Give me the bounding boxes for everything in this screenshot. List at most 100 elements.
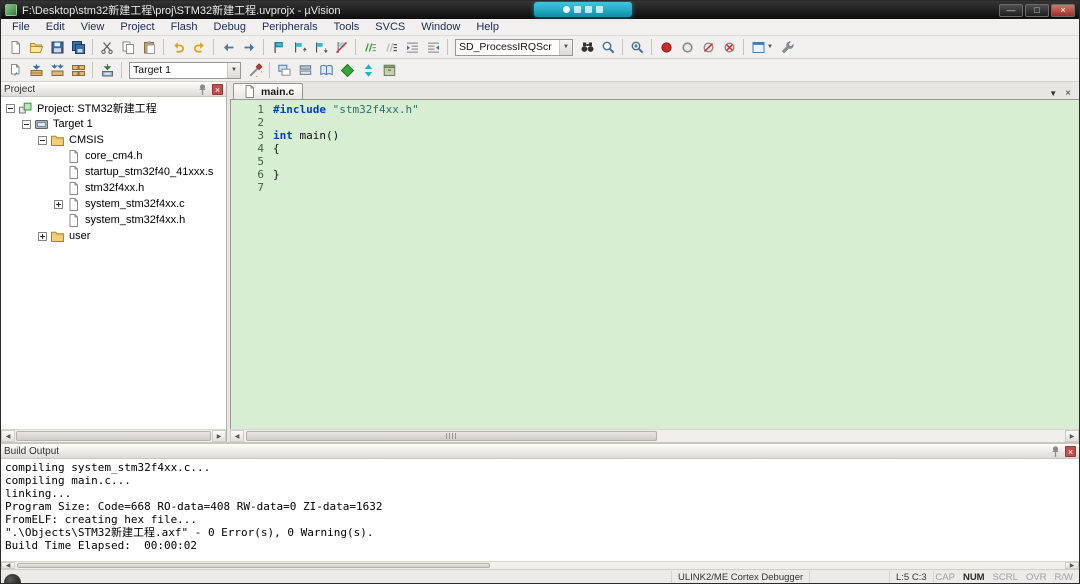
- menu-svcs[interactable]: SVCS: [367, 20, 413, 34]
- search-text-combo[interactable]: SD_ProcessIRQScr▼: [455, 39, 573, 56]
- line-number[interactable]: 1: [231, 103, 273, 116]
- code-line-3[interactable]: 3int main(): [231, 129, 1079, 142]
- dropdown-icon[interactable]: ▼: [767, 44, 773, 50]
- target-select-combo[interactable]: Target 1▼: [129, 62, 241, 79]
- scroll-left-icon[interactable]: ◀: [1, 562, 15, 569]
- build-output-log[interactable]: compiling system_stm32f4xx.c...compiling…: [1, 459, 1079, 561]
- tree-item-stm32f4xx-h[interactable]: stm32f4xx.h: [1, 180, 226, 196]
- line-number[interactable]: 7: [231, 181, 273, 194]
- dropdown-icon[interactable]: ▼: [559, 40, 572, 55]
- menu-flash[interactable]: Flash: [163, 20, 206, 34]
- menu-tools[interactable]: Tools: [326, 20, 368, 34]
- code-line-4[interactable]: 4{: [231, 142, 1079, 155]
- find-in-files-icon[interactable]: [577, 38, 597, 57]
- scrollbar-track[interactable]: [15, 562, 1065, 569]
- code-editor[interactable]: 1#include "stm32f4xx.h"23int main()4{56}…: [230, 100, 1079, 429]
- scroll-right-icon[interactable]: ▶: [1065, 562, 1079, 569]
- scrollbar-thumb[interactable]: [17, 563, 490, 568]
- scroll-right-icon[interactable]: ▶: [212, 430, 226, 442]
- code-line-2[interactable]: 2: [231, 116, 1079, 129]
- translate-icon[interactable]: [5, 61, 25, 80]
- download-icon[interactable]: [97, 61, 117, 80]
- menu-project[interactable]: Project: [112, 20, 162, 34]
- scrollbar-thumb[interactable]: [246, 431, 657, 441]
- menu-debug[interactable]: Debug: [206, 20, 254, 34]
- dropdown-icon[interactable]: ▼: [227, 63, 240, 78]
- nav-back-icon[interactable]: [218, 38, 238, 57]
- bottom-hscrollbar[interactable]: ◀ ▶: [1, 561, 1079, 569]
- pin-icon[interactable]: [195, 82, 210, 97]
- menu-view[interactable]: View: [73, 20, 113, 34]
- manage-multiproject-icon[interactable]: [295, 61, 315, 80]
- tree-expander-plus-icon[interactable]: [38, 232, 47, 241]
- scrollbar-track[interactable]: [15, 430, 212, 442]
- line-number[interactable]: 3: [231, 129, 273, 142]
- line-number[interactable]: 2: [231, 116, 273, 129]
- code-line-6[interactable]: 6}: [231, 168, 1079, 181]
- indent-icon[interactable]: [402, 38, 422, 57]
- batch-build-icon[interactable]: [68, 61, 88, 80]
- save-all-icon[interactable]: [68, 38, 88, 57]
- outdent-icon[interactable]: [423, 38, 443, 57]
- rebuild-icon[interactable]: [47, 61, 67, 80]
- tree-item-system-stm32f4xx-c[interactable]: system_stm32f4xx.c: [1, 196, 226, 212]
- zoom-icon[interactable]: [627, 38, 647, 57]
- breakpoint-disable-icon[interactable]: [677, 38, 697, 57]
- minimize-button[interactable]: —: [999, 4, 1023, 17]
- configure-icon[interactable]: [777, 38, 797, 57]
- code-line-5[interactable]: 5: [231, 155, 1079, 168]
- comment-icon[interactable]: [360, 38, 380, 57]
- scrollbar-thumb[interactable]: [16, 431, 211, 441]
- build-output-close-icon[interactable]: ×: [1065, 446, 1076, 457]
- bookmark-prev-icon[interactable]: [289, 38, 309, 57]
- tree-expander-minus-icon[interactable]: [38, 136, 47, 145]
- editor-hscrollbar[interactable]: ◀ ▶: [230, 429, 1079, 442]
- tree-item-system-stm32f4xx-h[interactable]: system_stm32f4xx.h: [1, 212, 226, 228]
- tree-item-user[interactable]: user: [1, 228, 226, 244]
- tree-item-cmsis[interactable]: CMSIS: [1, 132, 226, 148]
- bookmark-toggle-icon[interactable]: [268, 38, 288, 57]
- redo-icon[interactable]: [189, 38, 209, 57]
- scroll-left-icon[interactable]: ◀: [1, 430, 15, 442]
- close-document-icon[interactable]: ×: [1065, 88, 1071, 99]
- uncomment-icon[interactable]: [381, 38, 401, 57]
- menu-file[interactable]: File: [4, 20, 38, 34]
- project-hscrollbar[interactable]: ◀ ▶: [1, 429, 226, 442]
- tree-expander-plus-icon[interactable]: [54, 200, 63, 209]
- menu-peripherals[interactable]: Peripherals: [254, 20, 326, 34]
- cut-icon[interactable]: [97, 38, 117, 57]
- file-extensions-icon[interactable]: [274, 61, 294, 80]
- new-file-icon[interactable]: [5, 38, 25, 57]
- nav-forward-icon[interactable]: [239, 38, 259, 57]
- update-components-icon[interactable]: [358, 61, 378, 80]
- target-options-icon[interactable]: [245, 61, 265, 80]
- line-number[interactable]: 5: [231, 155, 273, 168]
- tree-expander-minus-icon[interactable]: [6, 104, 15, 113]
- paste-icon[interactable]: [139, 38, 159, 57]
- document-list-dropdown-icon[interactable]: ▼: [1049, 89, 1057, 98]
- tree-expander-minus-icon[interactable]: [22, 120, 31, 129]
- breakpoint-kill-all-icon[interactable]: [719, 38, 739, 57]
- manage-books-icon[interactable]: [316, 61, 336, 80]
- runtime-environment-icon[interactable]: [337, 61, 357, 80]
- breakpoint-icon[interactable]: [656, 38, 676, 57]
- tree-item-target-1[interactable]: Target 1: [1, 116, 226, 132]
- maximize-button[interactable]: □: [1025, 4, 1049, 17]
- line-number[interactable]: 6: [231, 168, 273, 181]
- open-file-icon[interactable]: [26, 38, 46, 57]
- menu-help[interactable]: Help: [468, 20, 507, 34]
- breakpoint-disable-all-icon[interactable]: [698, 38, 718, 57]
- pack-installer-icon[interactable]: [379, 61, 399, 80]
- screen-recorder-overlay[interactable]: [534, 2, 632, 17]
- tree-item-startup-stm32f40-41xxx-s[interactable]: startup_stm32f40_41xxx.s: [1, 164, 226, 180]
- tree-item-core-cm4-h[interactable]: core_cm4.h: [1, 148, 226, 164]
- undo-icon[interactable]: [168, 38, 188, 57]
- tree-item-project-root[interactable]: Project: STM32新建工程: [1, 100, 226, 116]
- project-panel-close-icon[interactable]: ×: [212, 84, 223, 95]
- pin-icon[interactable]: [1048, 444, 1063, 459]
- copy-icon[interactable]: [118, 38, 138, 57]
- debug-windows-icon[interactable]: ▼: [748, 38, 776, 57]
- scroll-left-icon[interactable]: ◀: [230, 430, 244, 442]
- line-number[interactable]: 4: [231, 142, 273, 155]
- close-button[interactable]: ×: [1051, 4, 1075, 17]
